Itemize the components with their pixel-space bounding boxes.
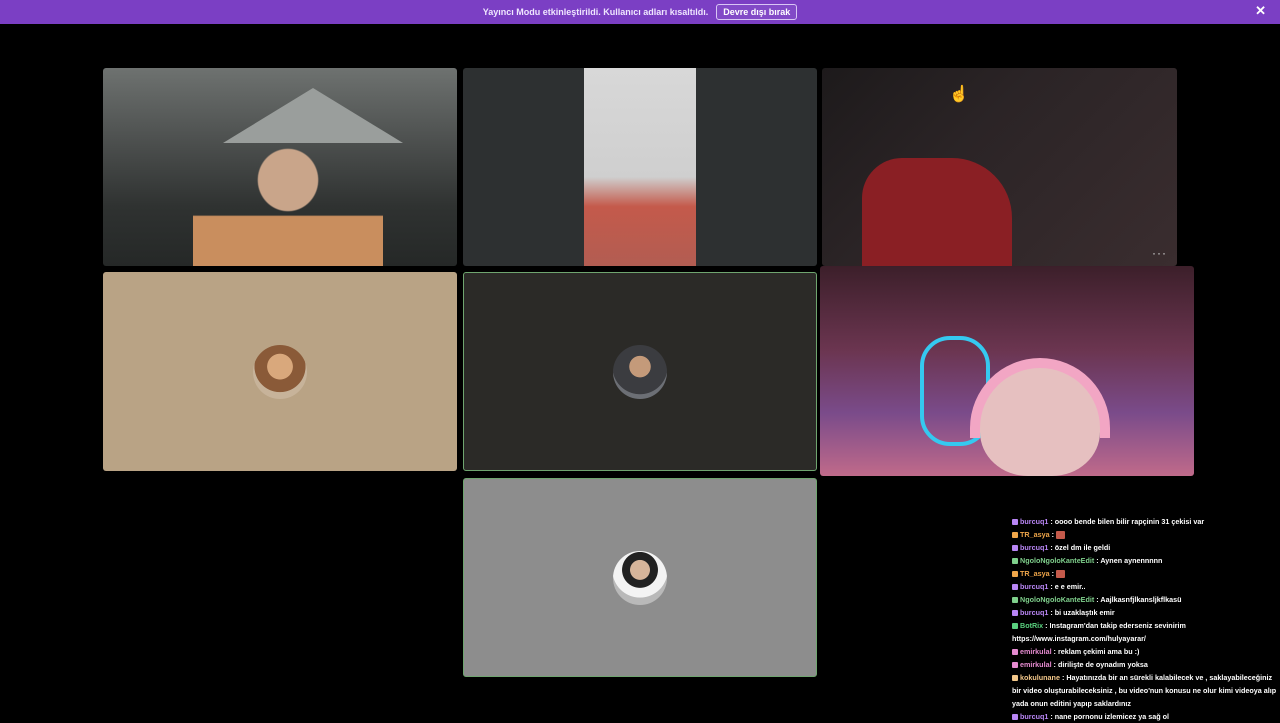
avatar bbox=[613, 344, 667, 399]
badge-icon bbox=[1012, 623, 1018, 630]
chat-username[interactable]: emirkulal bbox=[1020, 647, 1052, 656]
chat-username[interactable]: NgoloNgoloKanteEdit bbox=[1020, 595, 1094, 604]
chat-text: : oooo bende bilen bilir rapçinin 31 çek… bbox=[1048, 517, 1205, 526]
chat-username[interactable]: TR_asya bbox=[1020, 530, 1050, 539]
participant-video bbox=[193, 138, 383, 266]
chat-text: : e e emir.. bbox=[1048, 582, 1086, 591]
chat-username[interactable]: burcuq1 bbox=[1020, 517, 1048, 526]
badge-icon bbox=[1012, 662, 1018, 669]
chat-username[interactable]: BotRix bbox=[1020, 621, 1043, 630]
video-tile-1[interactable] bbox=[103, 68, 457, 266]
video-tile-streamer[interactable] bbox=[820, 266, 1194, 476]
avatar-tile-1[interactable] bbox=[103, 272, 457, 471]
banner-message: Yayıncı Modu etkinleştirildi. Kullanıcı … bbox=[482, 7, 709, 17]
chat-overlay: burcuq1 : oooo bende bilen bilir rapçini… bbox=[1012, 515, 1280, 723]
video-tile-3[interactable]: ··· bbox=[822, 68, 1177, 266]
chat-message: emirkulal : dirilişte de oynadım yoksa bbox=[1012, 658, 1280, 671]
badge-icon bbox=[1012, 558, 1018, 565]
headset bbox=[970, 358, 1110, 438]
chat-message: emirkulal : reklam çekimi ama bu :) bbox=[1012, 645, 1280, 658]
chat-message: BotRix : Instagram'dan takip ederseniz s… bbox=[1012, 619, 1280, 645]
chat-message: kokulunane : Hayatınızda bir an sürekli … bbox=[1012, 671, 1280, 710]
chat-username[interactable]: emirkulal bbox=[1020, 660, 1052, 669]
chat-username[interactable]: TR_asya bbox=[1020, 569, 1050, 578]
chat-text: : Aynen aynennnnn bbox=[1094, 556, 1163, 565]
disable-button[interactable]: Devre dışı bırak bbox=[716, 4, 798, 20]
chat-text: : reklam çekimi ama bu :) bbox=[1051, 647, 1140, 656]
chat-text: : özel dm ile geldi bbox=[1048, 543, 1111, 552]
chat-text: : dirilişte de oynadım yoksa bbox=[1051, 660, 1148, 669]
participant-video bbox=[862, 158, 1012, 266]
chat-message: NgoloNgoloKanteEdit : Aynen aynennnnn bbox=[1012, 554, 1280, 567]
emote-icon bbox=[1055, 570, 1065, 579]
video-tile-2[interactable] bbox=[463, 68, 817, 266]
badge-icon bbox=[1012, 532, 1018, 539]
background-mountain bbox=[223, 88, 403, 143]
badge-icon bbox=[1012, 597, 1018, 604]
chat-username[interactable]: burcuq1 bbox=[1020, 543, 1048, 552]
chat-username[interactable]: burcuq1 bbox=[1020, 582, 1048, 591]
avatar bbox=[613, 550, 667, 605]
badge-icon bbox=[1012, 714, 1018, 721]
chat-message: burcuq1 : bi uzaklaştık emir bbox=[1012, 606, 1280, 619]
badge-icon bbox=[1012, 571, 1018, 578]
badge-icon bbox=[1012, 584, 1018, 591]
avatar-tile-3[interactable] bbox=[463, 478, 817, 677]
avatar bbox=[253, 344, 307, 399]
chat-username[interactable]: kokulunane bbox=[1020, 673, 1060, 682]
chat-text: : Aajlkasnfjlkansljkflkasü bbox=[1094, 595, 1182, 604]
chat-username[interactable]: NgoloNgoloKanteEdit bbox=[1020, 556, 1094, 565]
streamer-mode-banner: Yayıncı Modu etkinleştirildi. Kullanıcı … bbox=[0, 0, 1280, 24]
chat-username[interactable]: burcuq1 bbox=[1020, 608, 1048, 617]
chat-text: : bi uzaklaştık emir bbox=[1048, 608, 1115, 617]
badge-icon bbox=[1012, 519, 1018, 526]
participant-video bbox=[584, 68, 696, 266]
avatar-tile-2[interactable] bbox=[463, 272, 817, 471]
chat-message: burcuq1 : özel dm ile geldi bbox=[1012, 541, 1280, 554]
chat-message: burcuq1 : e e emir.. bbox=[1012, 580, 1280, 593]
close-icon[interactable]: ✕ bbox=[1255, 4, 1266, 18]
badge-icon bbox=[1012, 649, 1018, 656]
badge-icon bbox=[1012, 675, 1018, 682]
mouse-cursor-icon: ☝ bbox=[949, 86, 969, 103]
chat-message: NgoloNgoloKanteEdit : Aajlkasnfjlkansljk… bbox=[1012, 593, 1280, 606]
badge-icon bbox=[1012, 545, 1018, 552]
badge-icon bbox=[1012, 610, 1018, 617]
chat-message: TR_asya : bbox=[1012, 567, 1280, 580]
emote-icon bbox=[1055, 531, 1065, 540]
chat-message: burcuq1 : nane pornonu izlemicez ya sağ … bbox=[1012, 710, 1280, 723]
chat-message: TR_asya : bbox=[1012, 528, 1280, 541]
chat-message: burcuq1 : oooo bende bilen bilir rapçini… bbox=[1012, 515, 1280, 528]
more-options-icon[interactable]: ··· bbox=[1152, 246, 1167, 260]
